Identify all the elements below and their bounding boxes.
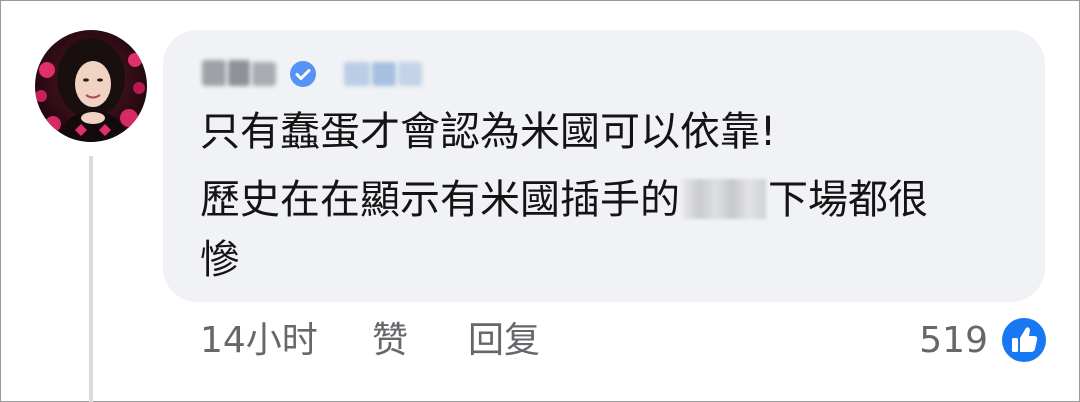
comment-text-segment: 歷史在在顯示有米國插手的 <box>200 177 680 223</box>
comment-text-line-1: 只有蠢蛋才會認為米國可以依靠! <box>200 109 777 155</box>
comment-text-segment: 下場都很 <box>768 177 928 223</box>
comment-text-line-3: 慘 <box>200 237 240 283</box>
verified-badge-icon <box>290 61 316 87</box>
like-button[interactable]: 赞 <box>372 318 408 364</box>
comment-timestamp[interactable]: 14小时 <box>200 318 318 364</box>
avatar[interactable] <box>35 30 147 142</box>
reply-button[interactable]: 回复 <box>468 318 540 364</box>
thumbs-up-icon[interactable] <box>1000 316 1048 364</box>
thread-line <box>89 156 93 402</box>
censored-word <box>682 179 766 219</box>
comment-text-line-2: 歷史在在顯示有米國插手的 下場都很 <box>200 176 928 224</box>
reaction-count[interactable]: 519 <box>919 318 988 364</box>
